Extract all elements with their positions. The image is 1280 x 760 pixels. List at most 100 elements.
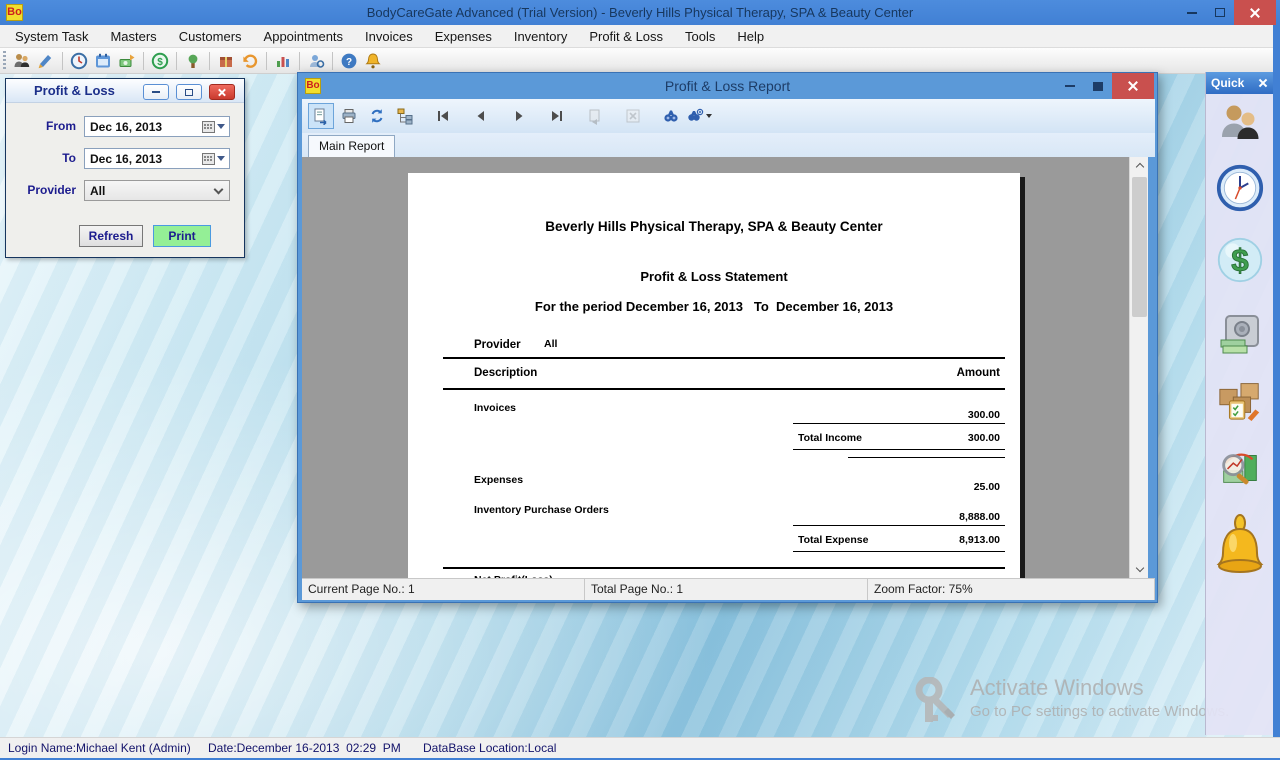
group-tree-icon[interactable] xyxy=(392,103,418,129)
report-statusbar: Current Page No.: 1 Total Page No.: 1 Zo… xyxy=(302,578,1155,600)
menu-customers[interactable]: Customers xyxy=(168,25,253,48)
login-name-status: Login Name:Michael Kent (Admin) xyxy=(8,741,208,755)
refresh-report-icon[interactable] xyxy=(364,103,390,129)
close-icon xyxy=(1249,7,1261,19)
report-provider-value: All xyxy=(544,338,557,350)
chevron-down-icon[interactable] xyxy=(217,156,225,161)
chevron-down-icon[interactable] xyxy=(217,124,225,129)
purchases-icon[interactable] xyxy=(214,50,238,72)
goto-page-icon xyxy=(582,103,608,129)
billing-icon[interactable]: $ xyxy=(148,50,172,72)
chevron-down-icon[interactable] xyxy=(706,114,712,118)
restore-button[interactable] xyxy=(1206,0,1234,25)
reminder-bell-icon[interactable] xyxy=(1216,512,1264,578)
row-amount: 25.00 xyxy=(880,481,1000,493)
close-icon xyxy=(1258,78,1268,88)
menu-inventory[interactable]: Inventory xyxy=(503,25,578,48)
scrollbar-thumb[interactable] xyxy=(1132,177,1147,317)
menu-invoices[interactable]: Invoices xyxy=(354,25,424,48)
divider-line xyxy=(443,388,1005,390)
find-text-icon[interactable] xyxy=(658,103,684,129)
report-minimize-button[interactable] xyxy=(1056,73,1084,99)
provider-select[interactable]: All xyxy=(84,180,230,201)
row-amount: 300.00 xyxy=(880,409,1000,421)
reports-icon[interactable] xyxy=(271,50,295,72)
close-button[interactable] xyxy=(1234,0,1276,25)
scroll-down-icon[interactable] xyxy=(1130,561,1149,578)
customers-icon[interactable] xyxy=(10,50,34,72)
user-search-icon[interactable] xyxy=(304,50,328,72)
from-date-field[interactable]: Dec 16, 2013 xyxy=(84,116,230,137)
main-report-tab[interactable]: Main Report xyxy=(308,135,395,157)
report-window-titlebar: Bo Profit & Loss Report xyxy=(298,73,1157,99)
print-button[interactable]: Print xyxy=(153,225,211,247)
total-expense-amount: 8,913.00 xyxy=(880,534,1000,546)
calendar-icon[interactable] xyxy=(202,121,215,133)
from-label: From xyxy=(14,119,76,133)
minimize-button[interactable] xyxy=(1178,0,1206,25)
menu-profit-loss[interactable]: Profit & Loss xyxy=(578,25,674,48)
staff-icon[interactable] xyxy=(1216,100,1264,148)
zoom-icon[interactable] xyxy=(686,103,712,129)
billing-dollar-icon[interactable]: $ xyxy=(1216,236,1264,284)
date-status: Date:December 16-2013 02:29 PM xyxy=(208,741,423,755)
analysis-report-icon[interactable] xyxy=(1216,444,1264,492)
to-date-value: Dec 16, 2013 xyxy=(85,152,202,166)
menu-appointments[interactable]: Appointments xyxy=(253,25,355,48)
report-provider-label: Provider xyxy=(474,339,521,351)
masters-icon[interactable] xyxy=(34,50,58,72)
returns-icon[interactable] xyxy=(238,50,262,72)
provider-label: Provider xyxy=(14,183,76,197)
cancel-loading-icon xyxy=(620,103,646,129)
reminders-icon[interactable] xyxy=(361,50,385,72)
menu-masters[interactable]: Masters xyxy=(99,25,167,48)
last-page-icon[interactable] xyxy=(544,103,570,129)
cash-safe-icon[interactable] xyxy=(1216,312,1264,360)
print-report-icon[interactable] xyxy=(336,103,362,129)
app-titlebar: Bo BodyCareGate Advanced (Trial Version)… xyxy=(0,0,1280,25)
quick-close-button[interactable] xyxy=(1258,78,1268,88)
appointments-icon[interactable] xyxy=(67,50,91,72)
scroll-up-icon[interactable] xyxy=(1130,157,1149,174)
report-scrollbar[interactable] xyxy=(1129,157,1148,578)
report-viewport: Beverly Hills Physical Therapy, SPA & Be… xyxy=(302,157,1129,578)
to-date-field[interactable]: Dec 16, 2013 xyxy=(84,148,230,169)
menu-system-task[interactable]: System Task xyxy=(4,25,99,48)
divider-line xyxy=(443,357,1005,359)
total-line xyxy=(793,449,1005,450)
export-report-icon[interactable] xyxy=(308,103,334,129)
profit-loss-panel-titlebar: Profit & Loss xyxy=(6,79,244,103)
total-income-amount: 300.00 xyxy=(880,432,1000,444)
expenses-icon[interactable] xyxy=(181,50,205,72)
help-icon[interactable]: ? xyxy=(337,50,361,72)
window-right-border xyxy=(1273,25,1280,758)
inventory-boxes-icon[interactable] xyxy=(1216,374,1264,422)
report-close-button[interactable] xyxy=(1112,73,1154,99)
panel-maximize-button[interactable] xyxy=(176,84,202,100)
first-page-icon[interactable] xyxy=(430,103,456,129)
row-amount: 8,888.00 xyxy=(880,511,1000,523)
report-tab-row: Main Report xyxy=(302,133,1155,157)
chevron-down-icon xyxy=(214,184,224,194)
app-statusbar: Login Name:Michael Kent (Admin) Date:Dec… xyxy=(0,737,1280,758)
panel-minimize-button[interactable] xyxy=(143,84,169,100)
menu-expenses[interactable]: Expenses xyxy=(424,25,503,48)
report-maximize-button[interactable] xyxy=(1084,73,1112,99)
calendar-icon[interactable] xyxy=(202,153,215,165)
report-statement-title: Profit & Loss Statement xyxy=(408,269,1020,284)
schedule-icon[interactable] xyxy=(91,50,115,72)
menu-tools[interactable]: Tools xyxy=(674,25,726,48)
main-toolbar: $ ? xyxy=(0,48,1280,74)
period-to-word: To xyxy=(754,299,769,314)
prev-page-icon[interactable] xyxy=(468,103,494,129)
app-title: BodyCareGate Advanced (Trial Version) - … xyxy=(0,5,1280,20)
appointments-clock-icon[interactable] xyxy=(1216,164,1264,212)
panel-close-button[interactable] xyxy=(209,84,235,100)
payments-icon[interactable] xyxy=(115,50,139,72)
amount-line xyxy=(793,423,1005,424)
database-location-status: DataBase Location:Local xyxy=(423,741,556,755)
next-page-icon[interactable] xyxy=(506,103,532,129)
refresh-button[interactable]: Refresh xyxy=(79,225,143,247)
menu-help[interactable]: Help xyxy=(726,25,775,48)
total-income-label: Total Income xyxy=(798,432,862,444)
